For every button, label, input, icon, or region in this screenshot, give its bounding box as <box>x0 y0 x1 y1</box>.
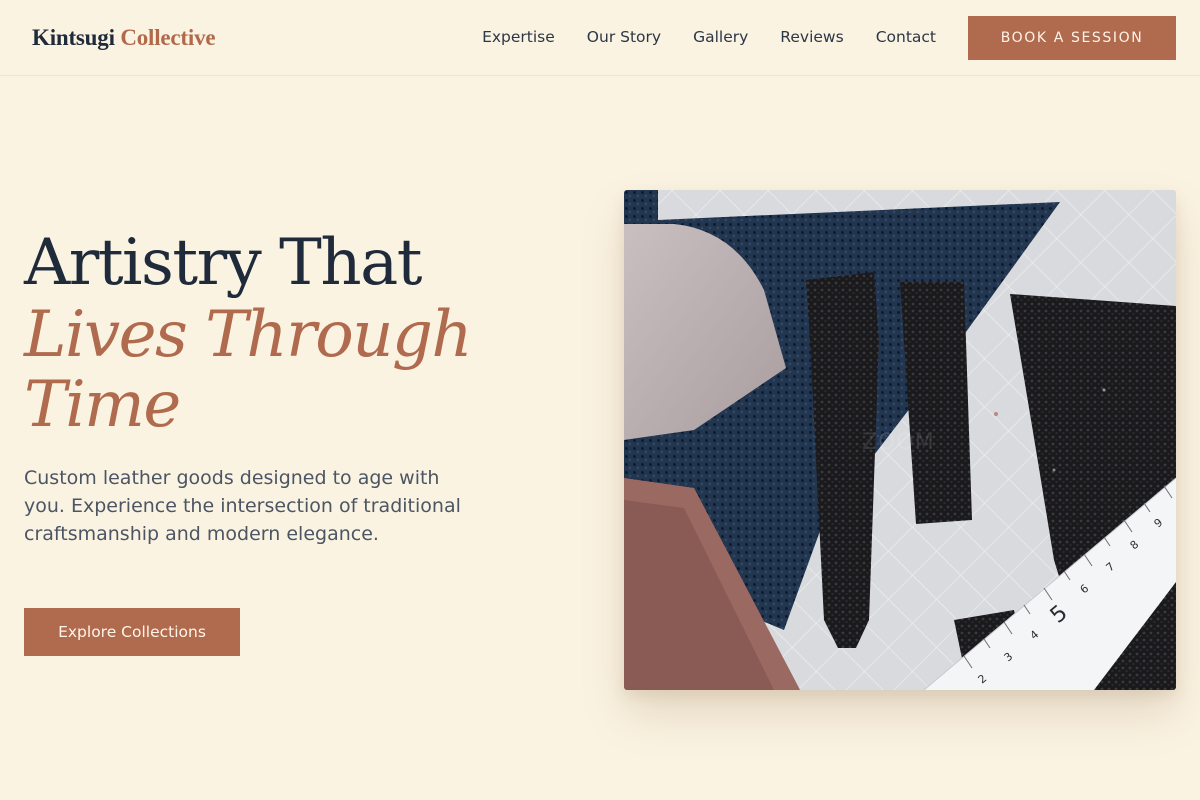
nav-link-gallery[interactable]: Gallery <box>693 26 748 48</box>
explore-collections-button[interactable]: Explore Collections <box>24 608 240 656</box>
brand-name-accent: Collective <box>120 25 216 50</box>
hero-title: Artistry That Lives Through Time <box>24 226 544 440</box>
hero-subtitle: Custom leather goods designed to age wit… <box>24 467 461 545</box>
image-watermark: ZOOM <box>862 430 935 455</box>
hero-image-leather-craft: 2 3 4 5 6 7 8 9 ZOOM <box>624 190 1176 690</box>
site-header: Kintsugi Collective Expertise Our Story … <box>0 0 1200 76</box>
book-session-button[interactable]: Book a Session <box>968 16 1176 60</box>
nav-link-our-story[interactable]: Our Story <box>587 26 661 48</box>
hero-title-line-1: Artistry That <box>24 226 422 300</box>
brand-name-primary: Kintsugi <box>32 25 115 50</box>
nav-link-contact[interactable]: Contact <box>876 26 936 48</box>
hero-title-line-3: Time <box>24 368 181 442</box>
hero-title-line-2: Lives Through <box>24 298 473 372</box>
nav-link-reviews[interactable]: Reviews <box>780 26 843 48</box>
nav-link-expertise[interactable]: Expertise <box>482 26 555 48</box>
brand-logo[interactable]: Kintsugi Collective <box>32 24 216 52</box>
main-nav: Expertise Our Story Gallery Reviews Cont… <box>482 26 936 48</box>
